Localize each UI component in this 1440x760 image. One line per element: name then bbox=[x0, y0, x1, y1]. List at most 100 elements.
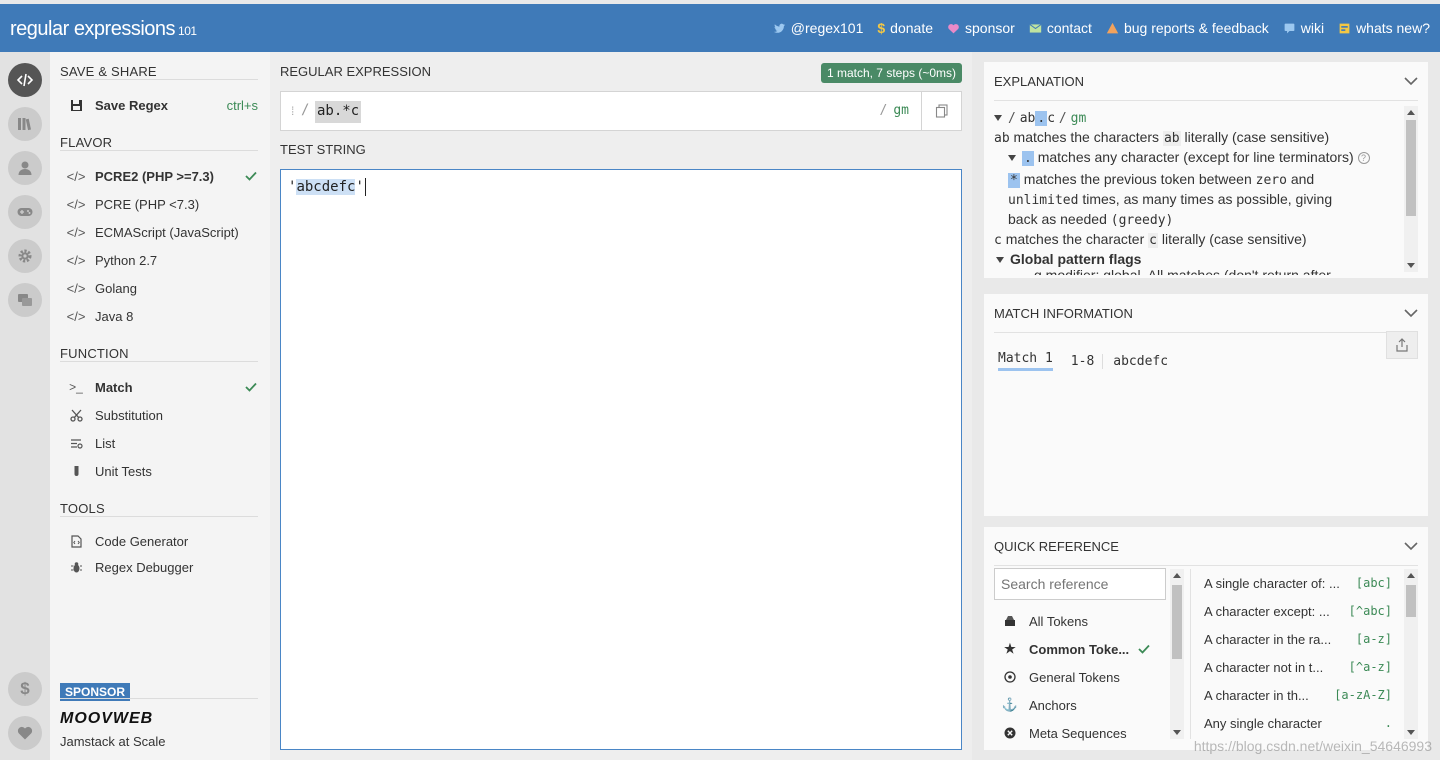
collapse-triangle-icon[interactable] bbox=[996, 257, 1004, 264]
panel-divider bbox=[994, 100, 1418, 101]
rail-settings-button[interactable] bbox=[8, 239, 42, 273]
header-link-contact[interactable]: contact bbox=[1029, 20, 1092, 36]
help-icon[interactable]: ? bbox=[1357, 152, 1370, 165]
flavor-item-golang[interactable]: </> Golang bbox=[66, 277, 258, 299]
header-link-sponsor[interactable]: sponsor bbox=[947, 20, 1015, 36]
qref-category-all-tokens[interactable]: All Tokens bbox=[1002, 609, 1152, 633]
wiki-icon bbox=[1284, 23, 1295, 33]
qref-category-meta-sequences[interactable]: Meta Sequences bbox=[1002, 721, 1152, 745]
scroll-down-icon[interactable] bbox=[1407, 263, 1415, 268]
stack-icon bbox=[1002, 615, 1018, 627]
scrollbar-thumb[interactable] bbox=[1172, 585, 1182, 659]
save-regex-button[interactable]: Save Regex ctrl+s bbox=[68, 94, 258, 116]
qref-column-divider bbox=[1190, 569, 1191, 739]
rail-library-button[interactable] bbox=[8, 107, 42, 141]
function-item-list[interactable]: List bbox=[68, 432, 258, 454]
tool-code-generator[interactable]: Code Generator bbox=[68, 530, 258, 552]
flavor-item-java[interactable]: </> Java 8 bbox=[67, 305, 258, 327]
qref-token-row[interactable]: A character except: ... [^abc] bbox=[1204, 599, 1392, 623]
code-icon: </> bbox=[66, 280, 86, 296]
gamepad-icon bbox=[17, 208, 33, 216]
rail-quiz-button[interactable] bbox=[8, 195, 42, 229]
meta-icon bbox=[1002, 727, 1018, 739]
chevron-down-icon[interactable] bbox=[1404, 76, 1418, 86]
qref-category-general-tokens[interactable]: General Tokens bbox=[1002, 665, 1152, 689]
qref-token-row[interactable]: Any single character. bbox=[1204, 711, 1392, 735]
warning-icon bbox=[1106, 22, 1119, 33]
export-matches-button[interactable] bbox=[1386, 331, 1418, 359]
qref-token-scrollbar[interactable] bbox=[1404, 569, 1418, 739]
sponsor-tagline[interactable]: Jamstack at Scale bbox=[60, 734, 166, 749]
qref-category-scrollbar[interactable] bbox=[1170, 569, 1184, 739]
scrollbar-thumb[interactable] bbox=[1406, 585, 1416, 617]
flavor-item-ecmascript[interactable]: </> ECMAScript (JavaScript) bbox=[67, 221, 258, 243]
match-value: abcdefc bbox=[1113, 353, 1169, 369]
bug-icon bbox=[68, 561, 84, 574]
flavor-item-pcre2[interactable]: </> PCRE2 (PHP >=7.3) bbox=[67, 165, 258, 187]
scroll-up-icon[interactable] bbox=[1407, 110, 1415, 115]
scroll-down-icon[interactable] bbox=[1173, 730, 1181, 735]
qref-token-row[interactable]: A character in the ra... [a-z] bbox=[1204, 627, 1392, 651]
copy-regex-button[interactable] bbox=[921, 92, 961, 130]
explanation-dot[interactable]: . matches any character (except for line… bbox=[994, 147, 1370, 169]
regex-delimiter-open: / bbox=[301, 102, 310, 118]
app-brand[interactable]: regular expressions 101 bbox=[10, 18, 197, 41]
regex-input[interactable]: ab.*c bbox=[315, 101, 362, 123]
drag-handle-icon[interactable]: ⁞ bbox=[291, 104, 294, 118]
explanation-scrollbar[interactable] bbox=[1404, 106, 1418, 272]
function-item-unit-tests[interactable]: Unit Tests bbox=[68, 460, 258, 482]
expl-text: literally (case sensitive) bbox=[1184, 129, 1330, 145]
chevron-down-icon[interactable] bbox=[1404, 308, 1418, 318]
rail-sponsor-button[interactable] bbox=[8, 716, 42, 750]
code-file-icon bbox=[68, 534, 84, 548]
rail-account-button[interactable] bbox=[8, 151, 42, 185]
target-icon bbox=[1002, 671, 1018, 683]
flavor-item-pcre[interactable]: </> PCRE (PHP <7.3) bbox=[67, 193, 258, 215]
regex-flags[interactable]: / gm bbox=[880, 103, 909, 118]
rail-editor-button[interactable] bbox=[8, 63, 42, 97]
qref-token-row[interactable]: A character in th... [a-zA-Z] bbox=[1204, 683, 1392, 707]
test-string-input[interactable]: 'abcdefc' bbox=[280, 169, 962, 750]
match-row[interactable]: Match 1 1-8 abcdefc bbox=[998, 351, 1168, 371]
flask-icon bbox=[68, 465, 84, 478]
match-range: 1-8 bbox=[1071, 353, 1104, 369]
rail-chat-button[interactable] bbox=[8, 283, 42, 317]
explanation-heading: EXPLANATION bbox=[994, 74, 1085, 89]
reference-search-input[interactable] bbox=[994, 568, 1166, 600]
chevron-down-icon[interactable] bbox=[1404, 541, 1418, 551]
function-item-match[interactable]: >_ Match bbox=[68, 376, 258, 398]
header-link-donate[interactable]: $ donate bbox=[877, 20, 933, 36]
expl-root-flags: gm bbox=[1070, 111, 1087, 126]
checkmark-icon bbox=[1138, 644, 1150, 654]
header-link-bug-reports[interactable]: bug reports & feedback bbox=[1106, 20, 1269, 36]
collapse-triangle-icon[interactable] bbox=[1008, 155, 1016, 162]
header-links: @regex101 $ donate sponsor contact bug r… bbox=[773, 20, 1430, 36]
header-link-whats-new[interactable]: whats new? bbox=[1338, 20, 1430, 36]
explanation-star-cont: unlimited times, as many times as possib… bbox=[1008, 189, 1332, 211]
scrollbar-thumb[interactable] bbox=[1406, 120, 1416, 216]
header-link-twitter[interactable]: @regex101 bbox=[773, 20, 863, 36]
scroll-up-icon[interactable] bbox=[1173, 573, 1181, 578]
left-sidebar: SAVE & SHARE Save Regex ctrl+s FLAVOR </… bbox=[50, 52, 270, 760]
scroll-down-icon[interactable] bbox=[1407, 730, 1415, 735]
header-link-wiki[interactable]: wiki bbox=[1283, 20, 1324, 36]
qref-category-anchors[interactable]: ⚓ Anchors bbox=[1002, 693, 1152, 717]
qref-token-desc: A single character of: ... bbox=[1204, 575, 1340, 591]
function-item-substitution[interactable]: Substitution bbox=[68, 404, 258, 426]
scroll-up-icon[interactable] bbox=[1407, 573, 1415, 578]
collapse-triangle-icon[interactable] bbox=[994, 115, 1002, 122]
expl-token: ab bbox=[1162, 131, 1181, 146]
mail-icon bbox=[1029, 23, 1042, 33]
qref-category-common-tokens[interactable]: ★ Common Toke... bbox=[1002, 637, 1152, 661]
qref-token-desc: Any single character bbox=[1204, 715, 1322, 731]
expl-token: c bbox=[994, 233, 1002, 248]
flavor-item-python[interactable]: </> Python 2.7 bbox=[67, 249, 258, 271]
tool-regex-debugger[interactable]: Regex Debugger bbox=[68, 556, 258, 578]
sponsor-logo[interactable]: MOOVWEB bbox=[60, 710, 153, 728]
rail-donate-button[interactable]: $ bbox=[8, 672, 42, 706]
explanation-root[interactable]: / ab. c / gm bbox=[994, 107, 1086, 129]
regex-editor[interactable]: ⁞ / ab.*c / gm bbox=[280, 91, 962, 131]
qref-token-row[interactable]: A single character of: ... [abc] bbox=[1204, 571, 1392, 595]
copy-icon bbox=[935, 104, 948, 118]
qref-token-row[interactable]: A character not in t... [^a-z] bbox=[1204, 655, 1392, 679]
